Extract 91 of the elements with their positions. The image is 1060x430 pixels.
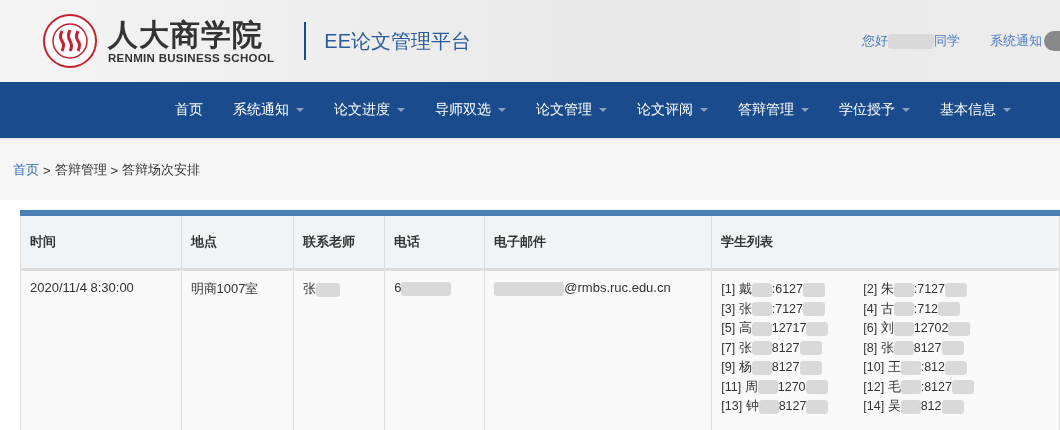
- nav-menu-item[interactable]: 论文进度: [319, 82, 420, 138]
- student-id: :712: [913, 301, 939, 316]
- breadcrumb-text: 答辩场次安排: [122, 161, 201, 179]
- student-name: [11] 周: [721, 379, 758, 394]
- blurred-text: [315, 282, 340, 297]
- student-id: :8127: [920, 379, 952, 394]
- student-name: [7] 张: [721, 340, 752, 355]
- student-name: [9] 杨: [721, 360, 752, 374]
- nav-menu-item[interactable]: 系统通知: [218, 82, 319, 138]
- school-name: 人大商学院: [108, 18, 264, 52]
- blurred-text: [751, 282, 772, 297]
- column-header: 电子邮件: [484, 213, 712, 270]
- email-address: @rmbs.ruc.edu.cn: [564, 280, 671, 295]
- student-name: [10] 王: [863, 360, 901, 374]
- breadcrumb-text: 答辩管理: [54, 161, 107, 179]
- column-header: 地点: [181, 213, 294, 270]
- student-id: 8127: [771, 360, 800, 374]
- blurred-text: [900, 380, 921, 395]
- nav-menu-item[interactable]: 论文管理: [521, 82, 622, 138]
- student-name: [12] 毛: [863, 379, 901, 394]
- blurred-text: [900, 399, 921, 414]
- student-name: [1] 戴: [721, 282, 752, 296]
- student-name: [13] 钟: [721, 399, 759, 413]
- blurred-text: [900, 360, 921, 375]
- student-name: [5] 高: [721, 321, 752, 335]
- blurred-text: [945, 360, 967, 375]
- blurred-text: [938, 302, 961, 317]
- column-header: 联系老师: [293, 213, 385, 270]
- blurred-text: [945, 282, 967, 297]
- user-greeting[interactable]: 您好 同学: [862, 32, 960, 50]
- student-name: [3] 张: [721, 301, 752, 316]
- nav-menu-item[interactable]: 首页: [160, 82, 218, 138]
- student-name: [6] 刘: [863, 321, 894, 335]
- student-id: :6127: [771, 282, 803, 296]
- breadcrumb-separator: >: [43, 162, 51, 178]
- blurred-text: [951, 380, 974, 395]
- student-id: :7127: [913, 282, 945, 296]
- phone-number: 6: [394, 280, 402, 295]
- blurred-text: [806, 399, 829, 414]
- student-id: :812: [920, 360, 945, 374]
- blurred-text: [941, 399, 964, 414]
- platform-title: EE论文管理平台: [324, 28, 472, 54]
- student-id: 8127: [771, 340, 800, 355]
- blurred-text: [893, 321, 914, 336]
- blurred-text: [751, 341, 772, 356]
- blurred-text: [803, 282, 825, 297]
- blurred-text: [948, 321, 971, 336]
- nav-menu-item[interactable]: 导师双选: [420, 82, 521, 138]
- column-header: 学生列表: [711, 213, 1060, 270]
- table-cell: 明商1007室: [181, 269, 294, 430]
- blurred-text: [941, 341, 964, 356]
- nav-menu-item[interactable]: 答辩管理: [723, 82, 824, 138]
- student-name: [2] 朱: [863, 282, 894, 296]
- table-cell: 2020/11/4 8:30:00: [20, 269, 181, 430]
- nav-menu-item[interactable]: 学位授予: [824, 82, 925, 138]
- blurred-text: [799, 360, 822, 375]
- breadcrumb-separator: >: [110, 162, 119, 178]
- student-id: 12702: [913, 321, 949, 335]
- student-name: [14] 吴: [863, 399, 901, 413]
- nav-menu-item[interactable]: 论文评阅: [622, 82, 723, 138]
- blurred-text: [757, 380, 778, 395]
- blurred-text: [893, 341, 914, 356]
- blurred-text: [751, 360, 772, 375]
- blurred-text: [799, 341, 822, 356]
- blurred-text: [805, 380, 828, 395]
- school-name-english: RENMIN BUSINESS SCHOOL: [108, 52, 275, 64]
- column-header: 电话: [384, 213, 485, 270]
- teacher-name: 张: [302, 281, 316, 296]
- student-id: 12717: [771, 321, 807, 335]
- nav-menu-item[interactable]: 基本信息: [925, 82, 1026, 138]
- blurred-text: [751, 321, 772, 336]
- student-id: 8127: [913, 340, 942, 355]
- blurred-text: [893, 282, 914, 297]
- blurred-text: [494, 281, 565, 296]
- university-seal-logo: [42, 13, 98, 69]
- student-name: [8] 张: [863, 340, 894, 355]
- blurred-text: [401, 281, 452, 296]
- student-id: 8127: [778, 399, 807, 413]
- notice-link[interactable]: 系统通知: [990, 32, 1042, 50]
- student-id: 812: [920, 399, 942, 413]
- column-header: 时间: [20, 213, 181, 270]
- student-name: [4] 古: [863, 301, 894, 316]
- notification-badge: [1044, 31, 1060, 51]
- student-id: 1270: [777, 379, 806, 394]
- breadcrumb-link[interactable]: 首页: [13, 161, 39, 179]
- blurred-text: [803, 302, 825, 317]
- blurred-text: [893, 302, 914, 317]
- blurred-text: [751, 302, 772, 317]
- blurred-text: [758, 399, 779, 414]
- blurred-text: [806, 321, 829, 336]
- student-id: :7127: [771, 301, 803, 316]
